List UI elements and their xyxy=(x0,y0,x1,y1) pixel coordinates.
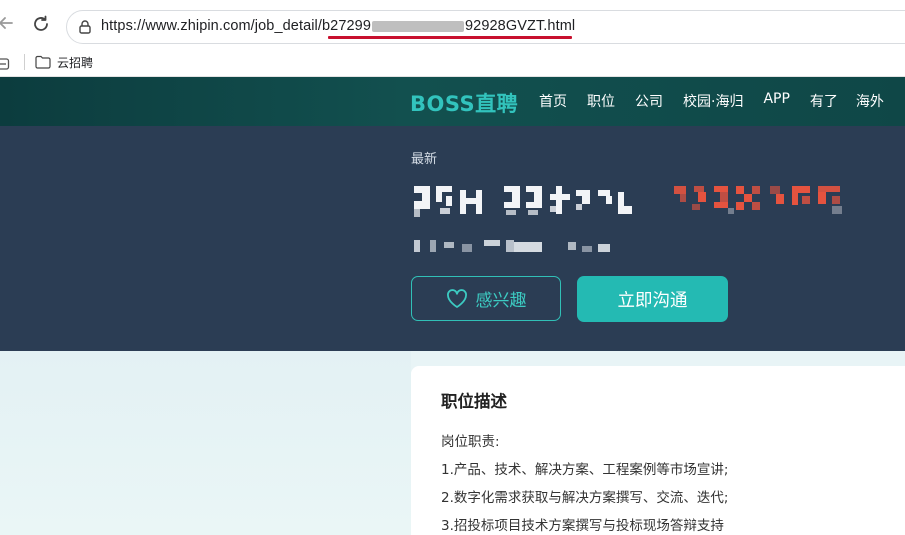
browser-chrome: https://www.zhipin.com/job_detail/b27299… xyxy=(0,0,905,77)
job-hero: 最新 感兴趣 立即沟通 xyxy=(0,126,905,351)
browser-toolbar: https://www.zhipin.com/job_detail/b27299… xyxy=(0,0,905,46)
reload-icon[interactable] xyxy=(30,13,52,35)
folder-icon xyxy=(35,55,51,69)
interest-button[interactable]: 感兴趣 xyxy=(411,276,561,321)
job-description-line: 3.招投标项目技术方案撰写与投标现场答辩支持 xyxy=(441,518,724,534)
bookmark-folder-label: 云招聘 xyxy=(57,55,94,70)
url-annotation-underline xyxy=(328,36,572,39)
redacted-url-segment xyxy=(372,20,465,32)
site-logo[interactable]: BOSS直聘 xyxy=(410,88,518,118)
main-nav: 首页 职位 公司 校园·海归 APP 有了 海外 xyxy=(539,91,904,111)
job-description-line: 岗位职责: xyxy=(441,434,500,450)
redacted-job-title xyxy=(414,186,632,217)
heart-icon xyxy=(446,288,467,308)
nav-item-app[interactable]: APP xyxy=(763,91,789,111)
job-tag-latest: 最新 xyxy=(411,152,438,167)
nav-item-jobs[interactable]: 职位 xyxy=(587,91,615,111)
nav-item-campus[interactable]: 校园·海归 xyxy=(683,91,743,111)
back-arrow-icon[interactable] xyxy=(0,13,16,33)
job-description-title: 职位描述 xyxy=(441,392,507,411)
nav-item-youle[interactable]: 有了 xyxy=(810,91,838,111)
left-sidebar-background xyxy=(0,351,411,535)
job-description-card: 职位描述 岗位职责: 1.产品、技术、解决方案、工程案例等市场宣讲; 2.数字化… xyxy=(411,366,905,535)
bookmarks-separator xyxy=(24,54,25,70)
site-info-icon[interactable] xyxy=(77,19,93,35)
site-header: BOSS直聘 首页 职位 公司 校园·海归 APP 有了 海外 xyxy=(0,77,905,126)
redacted-salary xyxy=(674,186,842,214)
nav-item-overseas[interactable]: 海外 xyxy=(856,91,884,111)
bookmark-folder[interactable]: 云招聘 xyxy=(35,52,93,72)
bookmark-icon[interactable] xyxy=(0,55,10,70)
job-description-line: 2.数字化需求获取与解决方案撰写、交流、迭代; xyxy=(441,490,729,506)
url-text[interactable]: https://www.zhipin.com/job_detail/b27299… xyxy=(101,18,575,34)
nav-item-companies[interactable]: 公司 xyxy=(635,91,663,111)
redacted-job-meta xyxy=(414,240,610,252)
chat-now-button[interactable]: 立即沟通 xyxy=(577,276,728,322)
job-description-line: 1.产品、技术、解决方案、工程案例等市场宣讲; xyxy=(441,462,729,478)
nav-item-home[interactable]: 首页 xyxy=(539,91,567,111)
bookmarks-bar: 云招聘 xyxy=(0,46,905,77)
chat-now-button-label: 立即沟通 xyxy=(617,290,688,311)
interest-button-label: 感兴趣 xyxy=(475,291,527,311)
